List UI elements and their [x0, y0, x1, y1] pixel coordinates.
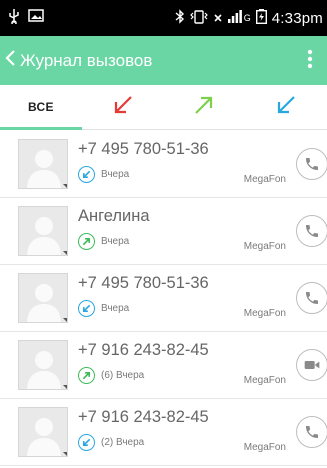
outgoing-call-icon: [78, 367, 95, 384]
carrier-name: MegaFon: [243, 174, 286, 185]
incoming-call-icon: [78, 434, 95, 451]
avatar[interactable]: [18, 206, 68, 256]
chevron-left-icon: [4, 48, 18, 73]
call-log-row-5[interactable]: +7 916 243-82-45 (2) Вчера MegaFon: [0, 399, 327, 466]
call-icon: [304, 223, 320, 239]
carrier-name: MegaFon: [243, 375, 286, 386]
incoming-call-icon: [78, 300, 95, 317]
incoming-call-arrow-icon: [275, 94, 297, 121]
video-call-button[interactable]: [296, 349, 327, 381]
carrier-name: MegaFon: [243, 308, 286, 319]
call-log-row-2[interactable]: Ангелина Вчера MegaFon: [0, 198, 327, 265]
tab-all-label: ВСЕ: [27, 100, 54, 114]
call-back-button[interactable]: [296, 215, 327, 247]
carrier-name: MegaFon: [243, 241, 286, 252]
incoming-call-icon: [78, 166, 95, 183]
call-time: Вчера: [101, 236, 130, 247]
call-filter-tabs: ВСЕ: [0, 85, 327, 130]
call-icon: [304, 156, 320, 172]
signal-strength-icon: [227, 10, 242, 26]
call-log-row-1[interactable]: +7 495 780-51-36 Вчера MegaFon: [0, 131, 327, 198]
call-back-button[interactable]: [296, 282, 327, 314]
tab-outgoing[interactable]: [164, 85, 246, 129]
battery-icon: [255, 9, 267, 27]
network-type-icon: G: [243, 13, 251, 23]
back-button[interactable]: Журнал вызовов: [4, 48, 152, 73]
call-time: (6) Вчера: [101, 370, 145, 381]
avatar[interactable]: [18, 273, 68, 323]
tab-incoming[interactable]: [245, 85, 327, 129]
status-bar: G 4:33pm: [0, 0, 327, 36]
outgoing-call-arrow-icon: [193, 94, 215, 121]
video-call-icon: [304, 358, 320, 372]
call-log-row-4[interactable]: +7 916 243-82-45 (6) Вчера MegaFon: [0, 332, 327, 399]
avatar[interactable]: [18, 407, 68, 457]
vibrate-icon: [189, 9, 208, 27]
image-notification-icon: [28, 9, 44, 27]
call-back-button[interactable]: [296, 416, 327, 448]
tab-all[interactable]: ВСЕ: [0, 85, 82, 130]
call-time: Вчера: [101, 303, 130, 314]
tab-missed[interactable]: [82, 85, 164, 129]
caller-name: +7 495 780-51-36: [78, 274, 209, 292]
call-time: (2) Вчера: [101, 437, 145, 448]
call-icon: [304, 290, 320, 306]
avatar[interactable]: [18, 139, 68, 189]
avatar[interactable]: [18, 340, 68, 390]
call-time: Вчера: [101, 169, 130, 180]
caller-name: Ангелина: [78, 207, 150, 225]
caller-name: +7 916 243-82-45: [78, 341, 209, 359]
call-log-row-3[interactable]: +7 495 780-51-36 Вчера MegaFon: [0, 265, 327, 332]
caller-name: +7 916 243-82-45: [78, 408, 209, 426]
outgoing-call-icon: [78, 233, 95, 250]
call-icon: [304, 424, 320, 440]
no-signal-icon: [213, 11, 223, 26]
overflow-menu-icon[interactable]: [307, 49, 313, 73]
clock: 4:33pm: [271, 9, 323, 27]
missed-call-arrow-icon: [112, 94, 134, 121]
usb-icon: [8, 8, 20, 29]
bluetooth-icon: [175, 9, 185, 27]
call-back-button[interactable]: [296, 148, 327, 180]
call-log-list: +7 495 780-51-36 Вчера MegaFon Ангелина …: [0, 131, 327, 466]
carrier-name: MegaFon: [243, 442, 286, 453]
caller-name: +7 495 780-51-36: [78, 140, 209, 158]
app-bar: Журнал вызовов: [0, 36, 327, 85]
page-title: Журнал вызовов: [20, 50, 153, 70]
